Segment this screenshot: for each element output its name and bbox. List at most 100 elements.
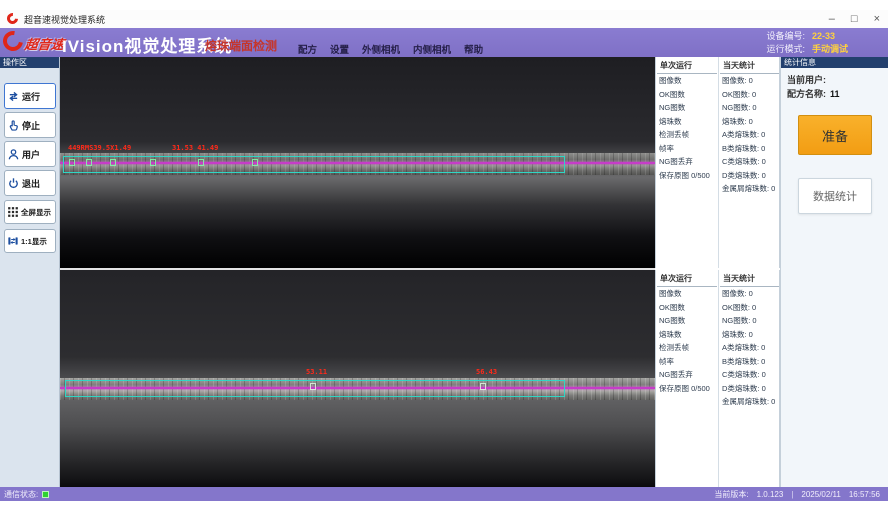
stat-row: D类熔珠数: 0 (719, 169, 780, 183)
single-run-title: 单次运行 (657, 57, 717, 74)
window-controls: – □ × (829, 10, 880, 28)
app-header: 超音速 IVision视觉处理系统 熔珠端面检测 配方 设置 外侧相机 内侧相机… (0, 28, 888, 57)
menu-item-help[interactable]: 帮助 (464, 42, 483, 56)
stat-row: NG图数 (656, 101, 718, 115)
defect-marker (310, 383, 316, 390)
stat-row: 图像数: 0 (719, 287, 780, 301)
one-to-one-icon (7, 235, 19, 247)
menu-item-settings[interactable]: 设置 (330, 42, 349, 56)
one-to-one-button-label: 1:1显示 (21, 236, 47, 247)
stop-button-label: 停止 (22, 119, 40, 132)
stat-row: 金属屑熔珠数: 0 (719, 395, 780, 409)
stat-row: OK图数 (656, 301, 718, 315)
stat-row: NG图丢弃 (656, 368, 718, 382)
stat-row: OK图数 (656, 88, 718, 102)
info-panel: 统计信息 当前用户: 配方名称: 11 准备 数据统计 (780, 57, 888, 487)
stat-row: 图像数: 0 (719, 74, 780, 88)
current-user-label: 当前用户: (787, 75, 826, 85)
recipe-name-label: 配方名称: (787, 89, 826, 99)
defect-marker (69, 159, 75, 166)
stats-panel-outer: 单次运行 图像数 OK图数 NG图数 熔珠数 检测丢帧 帧率 NG图丢弃 保存原… (655, 57, 780, 268)
recipe-name-value: 11 (830, 89, 840, 99)
one-to-one-button[interactable]: 1:1显示 (4, 229, 56, 253)
user-button[interactable]: 用户 (4, 141, 56, 167)
defect-marker (252, 159, 258, 166)
menu-item-inner-camera[interactable]: 内侧相机 (413, 42, 451, 56)
stats-panel-inner: 单次运行 图像数 OK图数 NG图数 熔珠数 检测丢帧 帧率 NG图丢弃 保存原… (655, 270, 780, 487)
close-button[interactable]: × (874, 10, 880, 28)
stat-row: 图像数 (656, 74, 718, 88)
device-info: 设备编号:22-33 运行模式:手动调试 (766, 30, 848, 56)
status-time: 16:57:56 (849, 490, 880, 499)
stat-row: B类熔珠数: 0 (719, 355, 780, 369)
data-statistics-button[interactable]: 数据统计 (798, 178, 872, 214)
defect-marker (150, 159, 156, 166)
current-user-row: 当前用户: (787, 73, 830, 86)
power-exit-icon (7, 177, 20, 190)
version-label: 当前版本: (714, 489, 748, 500)
stat-row: NG图数: 0 (719, 101, 780, 115)
defect-marker (198, 159, 204, 166)
minimize-button[interactable]: – (829, 10, 835, 28)
stat-row: B类熔珠数: 0 (719, 142, 780, 156)
camera-viewport-area: 449RMS39.5X1.49 31.53 41.49 53.11 56.43 (60, 57, 655, 487)
stat-row: 保存原图 0/500 (656, 169, 718, 183)
recipe-name-row: 配方名称: 11 (787, 87, 840, 100)
run-cycle-icon (7, 90, 20, 103)
stat-row: 帧率 (656, 355, 718, 369)
stat-row: 保存原图 0/500 (656, 382, 718, 396)
stat-row: A类熔珠数: 0 (719, 128, 780, 142)
stat-row: NG图数: 0 (719, 314, 780, 328)
run-mode-value: 手动调试 (812, 44, 848, 54)
measurement-annotation-left: 53.11 (306, 368, 327, 376)
comm-status-label: 通信状态: (4, 489, 38, 500)
defect-marker (86, 159, 92, 166)
fullscreen-button[interactable]: 全屏显示 (4, 200, 56, 224)
inner-camera-view: 53.11 56.43 (60, 270, 655, 487)
defect-marker (480, 383, 486, 390)
measurement-annotation-right: 56.43 (476, 368, 497, 376)
stat-row: 熔珠数 (656, 328, 718, 342)
stat-row: 熔珠数: 0 (719, 115, 780, 129)
menu-item-recipe[interactable]: 配方 (298, 42, 317, 56)
window-title: 超音速视觉处理系统 (24, 13, 105, 26)
stat-row: A类熔珠数: 0 (719, 341, 780, 355)
stop-hand-icon (7, 119, 20, 132)
stat-row: NG图数 (656, 314, 718, 328)
measurement-annotation-2: 31.53 41.49 (172, 144, 218, 152)
app-window: 超音速视觉处理系统 – □ × 超音速 IVision视觉处理系统 熔珠端面检测… (0, 0, 888, 522)
status-date: 2025/02/11 (801, 490, 840, 499)
daily-stats-title: 当天统计 (720, 57, 779, 74)
menu-item-outer-camera[interactable]: 外侧相机 (362, 42, 400, 56)
run-button[interactable]: 运行 (4, 83, 56, 109)
fullscreen-button-label: 全屏显示 (21, 207, 51, 218)
stat-row: OK图数: 0 (719, 88, 780, 102)
outer-camera-view: 449RMS39.5X1.49 31.53 41.49 (60, 57, 655, 268)
app-logo-icon (5, 11, 20, 26)
stat-row: 熔珠数 (656, 115, 718, 129)
exit-button[interactable]: 退出 (4, 170, 56, 196)
version-value: 1.0.123 (757, 490, 784, 499)
info-panel-title: 统计信息 (781, 57, 888, 68)
stop-button[interactable]: 停止 (4, 112, 56, 138)
stat-row: 图像数 (656, 287, 718, 301)
stat-row: D类熔珠数: 0 (719, 382, 780, 396)
app-subtitle: 熔珠端面检测 (205, 37, 277, 54)
operation-sidebar: 操作区 运行 停止 用户 退出 (0, 57, 60, 487)
device-id-value: 22-33 (812, 31, 835, 41)
prepare-button[interactable]: 准备 (798, 115, 872, 155)
maximize-button[interactable]: □ (851, 10, 858, 28)
stat-row: C类熔珠数: 0 (719, 368, 780, 382)
menu-bar: 配方 设置 外侧相机 内侧相机 帮助 (298, 42, 483, 56)
daily-stats-title: 当天统计 (720, 270, 779, 287)
brand-name: 超音速 (24, 34, 66, 53)
single-run-title: 单次运行 (657, 270, 717, 287)
comm-status-led (42, 491, 49, 498)
stat-row: 检测丢帧 (656, 341, 718, 355)
sidebar-title: 操作区 (0, 57, 59, 68)
defect-marker (110, 159, 116, 166)
exit-button-label: 退出 (22, 177, 40, 190)
stat-row: 熔珠数: 0 (719, 328, 780, 342)
status-bar: 通信状态: 当前版本: 1.0.123 | 2025/02/11 16:57:5… (0, 487, 888, 501)
stat-row: 金属屑熔珠数: 0 (719, 182, 780, 196)
